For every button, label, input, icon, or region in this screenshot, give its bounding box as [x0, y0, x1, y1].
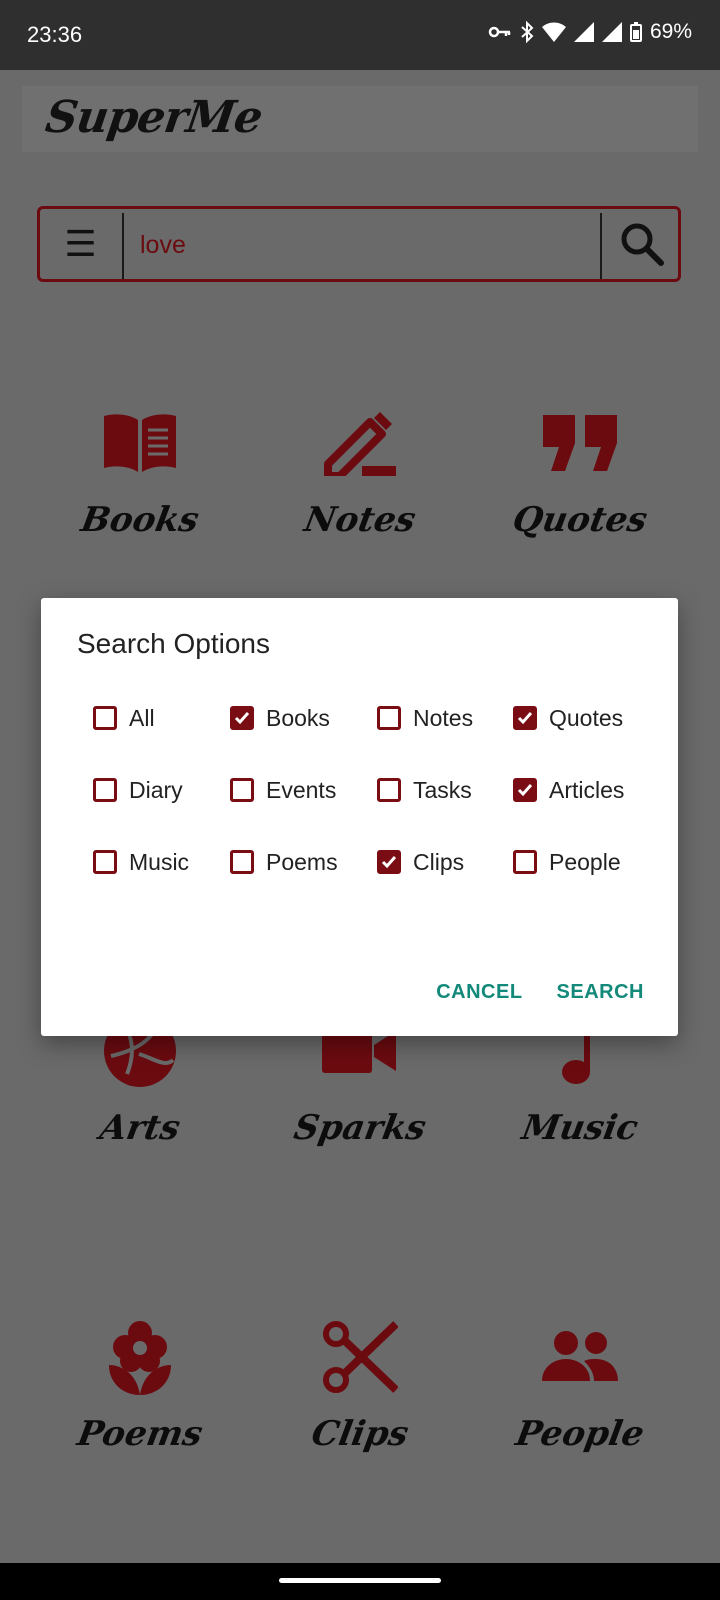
checkbox[interactable]: [377, 850, 401, 874]
quote-icon: [540, 408, 620, 478]
check-icon: [517, 784, 533, 797]
option-music[interactable]: Music: [93, 842, 189, 882]
search-input[interactable]: [138, 219, 632, 271]
checkbox[interactable]: [377, 778, 401, 802]
option-label: People: [549, 848, 621, 875]
checkbox[interactable]: [513, 850, 537, 874]
cancel-button[interactable]: CANCEL: [436, 981, 522, 1004]
book-icon: [100, 408, 180, 478]
tile-poems[interactable]: Poems: [50, 1321, 230, 1482]
option-tasks[interactable]: Tasks: [377, 770, 472, 810]
option-label: Articles: [549, 776, 625, 803]
search-bar: ☰: [37, 206, 681, 282]
hamburger-icon: ☰: [64, 223, 97, 264]
option-label: Notes: [413, 704, 474, 731]
search-options-dialog: Search Options All Books Notes Quotes Di…: [41, 598, 678, 1036]
option-notes[interactable]: Notes: [377, 698, 473, 738]
option-label: Music: [129, 848, 190, 875]
app-logo: SuperMe: [42, 92, 265, 143]
status-bar: 23:36 69%: [0, 0, 720, 70]
option-diary[interactable]: Diary: [93, 770, 183, 810]
battery-percent: 69%: [649, 20, 692, 43]
tile-books[interactable]: Books: [50, 408, 230, 568]
bluetooth-icon: [521, 21, 534, 43]
navigation-bar: [0, 1563, 720, 1600]
option-label: Books: [266, 704, 330, 731]
option-books[interactable]: Books: [230, 698, 330, 738]
vpn-key-icon: [488, 26, 511, 38]
dialog-actions: CANCEL SEARCH: [436, 981, 644, 1004]
tile-people[interactable]: People: [490, 1322, 670, 1482]
checkbox[interactable]: [513, 778, 537, 802]
tile-label: Music: [518, 1108, 642, 1148]
option-all[interactable]: All: [93, 698, 155, 738]
search-submit-button[interactable]: SEARCH: [557, 981, 644, 1004]
checkbox[interactable]: [93, 778, 117, 802]
check-icon: [517, 712, 533, 725]
menu-button[interactable]: ☰: [40, 209, 121, 279]
tile-label: Books: [78, 500, 202, 540]
app-header: SuperMe: [22, 86, 698, 152]
option-label: Diary: [129, 776, 183, 803]
checkbox[interactable]: [230, 778, 254, 802]
tile-sparks[interactable]: Sparks: [270, 1016, 450, 1176]
option-label: Poems: [266, 848, 338, 875]
status-icons: 69%: [488, 20, 692, 44]
tile-arts[interactable]: Arts: [50, 1015, 230, 1176]
option-poems[interactable]: Poems: [230, 842, 338, 882]
search-button[interactable]: [603, 209, 681, 279]
check-icon: [381, 856, 397, 869]
option-label: Quotes: [549, 704, 624, 731]
checkbox[interactable]: [230, 706, 254, 730]
check-icon: [234, 712, 250, 725]
battery-icon: [629, 22, 642, 42]
tile-quotes[interactable]: Quotes: [490, 408, 670, 568]
checkbox[interactable]: [93, 706, 117, 730]
option-label: Tasks: [413, 776, 472, 803]
dialog-title: Search Options: [77, 628, 270, 659]
tile-label: People: [512, 1414, 648, 1454]
pen-icon: [320, 408, 400, 478]
signal-icon: [573, 22, 594, 42]
tile-label: Arts: [96, 1108, 184, 1148]
option-articles[interactable]: Articles: [513, 770, 624, 810]
search-divider-left: [122, 213, 124, 279]
checkbox[interactable]: [513, 706, 537, 730]
search-divider-right: [600, 213, 602, 279]
option-label: Events: [266, 776, 337, 803]
wifi-icon: [541, 22, 566, 42]
tile-label: Sparks: [290, 1108, 430, 1148]
status-time: 23:36: [27, 22, 83, 47]
tile-clips[interactable]: Clips: [270, 1321, 450, 1482]
signal-icon-2: [601, 22, 622, 42]
option-quotes[interactable]: Quotes: [513, 698, 623, 738]
tile-label: Quotes: [509, 500, 651, 540]
option-people[interactable]: People: [513, 842, 621, 882]
home-gesture-handle[interactable]: [279, 1578, 441, 1583]
checkbox[interactable]: [377, 706, 401, 730]
tile-label: Notes: [301, 500, 419, 540]
flower-icon: [100, 1321, 180, 1395]
option-label: All: [129, 704, 155, 731]
option-events[interactable]: Events: [230, 770, 336, 810]
tile-music[interactable]: Music: [490, 1016, 670, 1176]
search-icon: [621, 223, 664, 266]
checkbox[interactable]: [230, 850, 254, 874]
tile-label: Poems: [74, 1414, 206, 1454]
tile-label: Clips: [308, 1414, 412, 1454]
option-clips[interactable]: Clips: [377, 842, 464, 882]
checkbox[interactable]: [93, 850, 117, 874]
people-icon: [540, 1322, 620, 1392]
tile-notes[interactable]: Notes: [270, 408, 450, 568]
scissors-icon: [320, 1321, 400, 1393]
option-label: Clips: [413, 848, 465, 875]
